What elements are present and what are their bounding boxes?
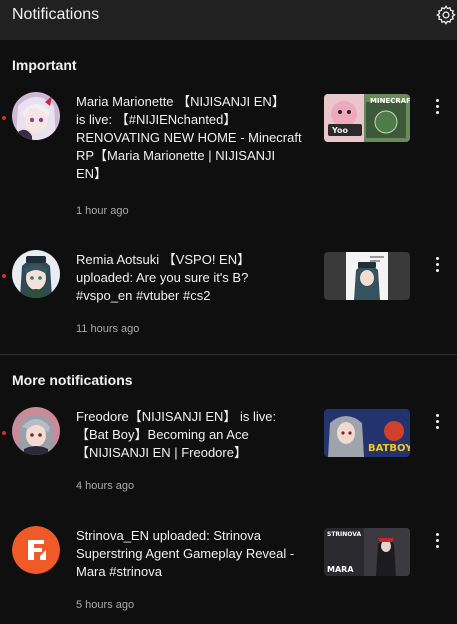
avatar-freodore [12, 407, 60, 455]
more-options-icon[interactable] [431, 532, 445, 550]
section-title-important: Important [12, 57, 77, 73]
notification-item-remia[interactable]: Remia Aotsuki 【VSPO! EN】 uploaded: Are y… [0, 248, 457, 340]
section-divider [0, 354, 457, 355]
header-title: Notifications [12, 6, 100, 23]
section-title-more: More notifications [12, 372, 133, 388]
avatar-maria [12, 92, 60, 140]
notification-time: 11 hours ago [76, 323, 140, 335]
avatar-remia [12, 250, 60, 298]
gear-icon[interactable] [435, 4, 457, 26]
notification-text: Remia Aotsuki 【VSPO! EN】 uploaded: Are y… [76, 252, 251, 303]
notification-item-freodore[interactable]: Freodore【NIJISANJI EN】 is live: 【Bat Boy… [0, 405, 457, 497]
notification-time: 1 hour ago [76, 205, 129, 217]
more-options-icon[interactable] [431, 413, 445, 431]
more-options-icon[interactable] [431, 98, 445, 116]
svg-text:Yoo: Yoo [331, 126, 349, 135]
thumbnail-strinova: STRINOVA MARA [324, 528, 410, 576]
thumbnail-label: MARA [327, 565, 354, 574]
thumbnail-label: BATBOY [368, 443, 410, 454]
avatar-strinova [12, 526, 60, 574]
thumbnail-remia [324, 252, 410, 300]
thumbnail-maria: Yoo MINECRAFT [324, 94, 410, 142]
unread-dot [2, 274, 6, 278]
notification-text: Freodore【NIJISANJI EN】 is live: 【Bat Boy… [76, 409, 277, 460]
thumbnail-brand: STRINOVA [327, 531, 361, 538]
more-options-icon[interactable] [431, 256, 445, 274]
notifications-header: Notifications [0, 0, 457, 40]
notification-text: Maria Marionette 【NIJISANJI EN】 is live:… [76, 94, 302, 181]
unread-dot [2, 116, 6, 120]
notification-time: 4 hours ago [76, 480, 135, 492]
notification-item-strinova[interactable]: Strinova_EN uploaded: Strinova Superstri… [0, 524, 457, 616]
notification-item-maria[interactable]: Maria Marionette 【NIJISANJI EN】 is live:… [0, 90, 457, 230]
unread-dot [2, 431, 6, 435]
notification-time: 5 hours ago [76, 599, 135, 611]
notifications-panel: Notifications Important Maria Marionette… [0, 0, 457, 624]
thumbnail-label: MINECRAFT [370, 97, 410, 105]
thumbnail-freodore: BATBOY [324, 409, 410, 457]
notification-text: Strinova_EN uploaded: Strinova Superstri… [76, 528, 295, 579]
